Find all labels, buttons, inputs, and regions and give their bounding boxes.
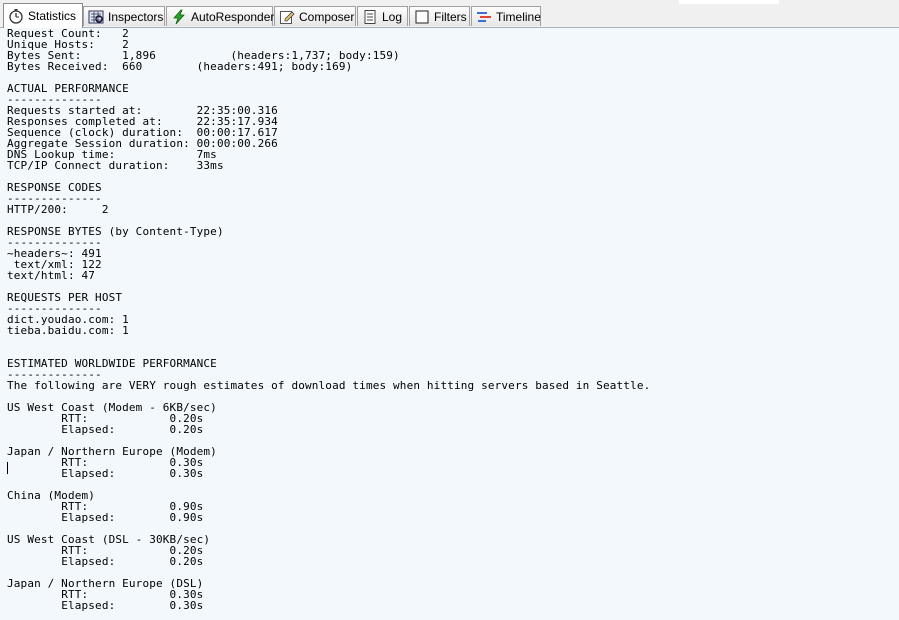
tab-label: Log [382, 9, 403, 24]
inspector-icon [88, 9, 104, 25]
stats-line: Elapsed: 0.20s [7, 423, 204, 436]
stats-line: Elapsed: 0.30s [7, 467, 204, 480]
tab-label: Statistics [28, 9, 77, 23]
stats-line: tieba.baidu.com: 1 [7, 324, 129, 337]
stats-line: text/html: 47 [7, 269, 96, 282]
tab-timeline[interactable]: Timeline [471, 6, 541, 26]
tab-log[interactable]: Log [357, 6, 408, 26]
statistics-text: Request Count: 2 Unique Hosts: 2 Bytes S… [0, 28, 899, 611]
log-icon [362, 9, 378, 25]
tab-filters[interactable]: Filters [409, 6, 470, 26]
stats-line: HTTP/200: 2 [7, 203, 109, 216]
tab-statistics[interactable]: Statistics [3, 3, 83, 28]
text-caret [7, 462, 8, 474]
tab-label: Timeline [496, 9, 541, 24]
lightning-icon [171, 9, 187, 25]
stats-line: Bytes Received: 660 (headers:491; body:1… [7, 60, 353, 73]
tab-bar: Statistics Inspectors AutoResponder Comp… [0, 0, 899, 28]
tab-label: Inspectors [108, 9, 164, 24]
tab-label: AutoResponder [191, 9, 275, 24]
statistics-panel[interactable]: Request Count: 2 Unique Hosts: 2 Bytes S… [0, 28, 899, 620]
tab-inspectors[interactable]: Inspectors [83, 6, 165, 26]
tab-label: Filters [434, 9, 467, 24]
checkbox-icon [414, 9, 430, 25]
timeline-icon [476, 9, 492, 25]
tab-composer[interactable]: Composer [274, 6, 356, 26]
stats-line: TCP/IP Connect duration: 33ms [7, 159, 224, 172]
tab-autoresponder[interactable]: AutoResponder [166, 6, 274, 26]
stopwatch-icon [8, 8, 24, 24]
stats-line: Elapsed: 0.20s [7, 555, 204, 568]
stats-line: Elapsed: 0.90s [7, 511, 204, 524]
window-edge [679, 0, 779, 4]
stats-line: The following are VERY rough estimates o… [7, 379, 651, 392]
tab-label: Composer [299, 9, 355, 24]
compose-icon [279, 9, 295, 25]
stats-line: Elapsed: 0.30s [7, 599, 204, 612]
